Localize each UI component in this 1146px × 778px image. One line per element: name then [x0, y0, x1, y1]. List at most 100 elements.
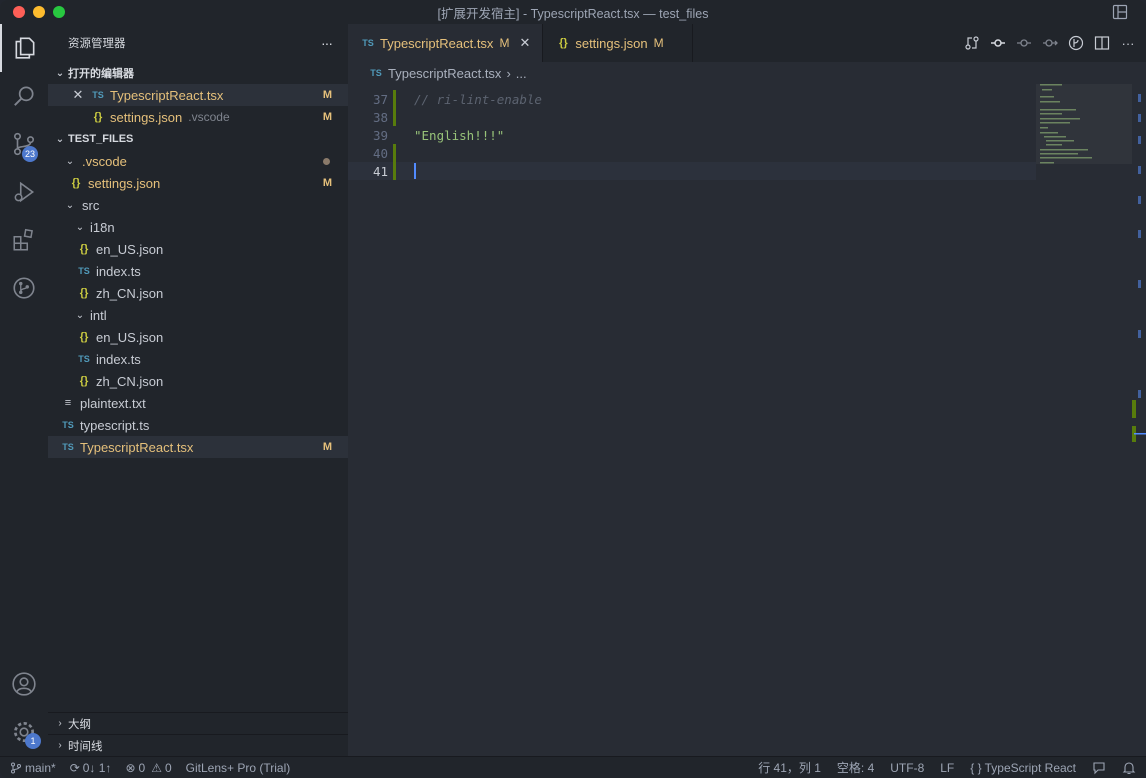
- tab-modified-flag: M: [653, 36, 664, 50]
- code-line: 39 "English!!!": [348, 126, 1036, 144]
- open-editor-name: settings.json: [110, 109, 183, 125]
- close-window-button[interactable]: [13, 6, 25, 18]
- open-changes-button[interactable]: [962, 33, 982, 53]
- split-editor-button[interactable]: [1092, 33, 1112, 53]
- git-added-marker: [393, 144, 396, 162]
- breadcrumb-file[interactable]: TypescriptReact.tsx: [388, 66, 501, 81]
- next-commit-button[interactable]: [1014, 33, 1034, 53]
- code-line: 38: [348, 108, 1036, 126]
- tree-folder-i18n[interactable]: ⌄ i18n: [48, 216, 348, 238]
- outline-section-header[interactable]: › 大纲: [48, 712, 348, 734]
- tree-item-label: plaintext.txt: [80, 395, 146, 411]
- tree-file[interactable]: TS index.ts: [48, 348, 348, 370]
- problems-status[interactable]: ⊗ 0 ⚠ 0: [125, 761, 171, 775]
- tree-item-label: zh_CN.json: [96, 373, 164, 389]
- sync-status[interactable]: ⟳ 0↓ 1↑: [70, 761, 112, 775]
- feedback-button[interactable]: [1092, 761, 1106, 775]
- branch-status[interactable]: main*: [10, 761, 56, 775]
- activity-source-control[interactable]: 23: [0, 120, 48, 168]
- code-text: "English!!!": [414, 127, 505, 143]
- activity-gitlens[interactable]: [0, 264, 48, 312]
- json-file-icon: {}: [79, 375, 89, 387]
- error-count: 0: [138, 760, 146, 775]
- split-editor-icon: [1094, 36, 1110, 50]
- line-number: 37: [372, 91, 388, 107]
- activity-extensions[interactable]: [0, 216, 48, 264]
- typescript-file-icon: TS: [370, 68, 382, 78]
- activity-run-debug[interactable]: [0, 168, 48, 216]
- warning-icon: ⚠: [151, 760, 162, 775]
- close-editor-icon[interactable]: ✕: [70, 87, 86, 103]
- warning-count: 0: [164, 760, 172, 775]
- tree-item-label: .vscode: [82, 153, 127, 169]
- activity-manage[interactable]: 1: [0, 708, 48, 756]
- status-right: 行 41，列 1 空格: 4 UTF-8 LF { } TypeScript R…: [758, 759, 1136, 776]
- notifications-button[interactable]: [1122, 761, 1136, 775]
- indentation-status[interactable]: 空格: 4: [837, 759, 874, 776]
- breadcrumb: TS TypescriptReact.tsx › ...: [348, 62, 1146, 84]
- run-debug-icon: [14, 181, 35, 203]
- minimize-window-button[interactable]: [33, 6, 45, 18]
- chevron-down-icon: ⌄: [75, 221, 85, 233]
- sidebar-bottom-sections: › 大纲 › 时间线: [48, 712, 348, 756]
- open-editors-section-header[interactable]: ⌄ 打开的编辑器: [48, 62, 348, 84]
- gitlens-status[interactable]: GitLens+ Pro (Trial): [186, 761, 291, 775]
- chevron-right-icon: ›: [58, 740, 62, 751]
- tree-item-label: TypescriptReact.tsx: [80, 439, 194, 455]
- tree-file[interactable]: ≡ plaintext.txt: [48, 392, 348, 414]
- eol-status[interactable]: LF: [940, 761, 954, 775]
- workspace-section-header[interactable]: ⌄ TEST_FILES: [48, 128, 348, 150]
- tree-folder-intl[interactable]: ⌄ intl: [48, 304, 348, 326]
- tree-file[interactable]: {} zh_CN.json: [48, 370, 348, 392]
- activity-accounts[interactable]: [0, 660, 48, 708]
- reveal-commit-button[interactable]: [1040, 33, 1060, 53]
- customize-layout-icon[interactable]: [1112, 4, 1128, 20]
- tab-settings-json[interactable]: {} settings.json M: [543, 24, 693, 62]
- editor-actions: ···: [962, 24, 1138, 62]
- more-actions-button[interactable]: ···: [321, 35, 333, 51]
- breadcrumb-separator: ›: [506, 65, 511, 81]
- tree-file[interactable]: TS index.ts: [48, 260, 348, 282]
- gitlens-inspect-button[interactable]: [1066, 33, 1086, 53]
- previous-commit-button[interactable]: [988, 33, 1008, 53]
- tree-folder-src[interactable]: ⌄ src: [48, 194, 348, 216]
- tree-folder-vscode[interactable]: ⌄ .vscode: [48, 150, 348, 172]
- cursor-position[interactable]: 行 41，列 1: [758, 759, 821, 776]
- feedback-icon: [1093, 761, 1105, 774]
- open-editor-description: .vscode: [188, 110, 230, 124]
- close-icon[interactable]: ✕: [519, 35, 530, 51]
- tree-file-selected[interactable]: TS TypescriptReact.tsx M: [48, 436, 348, 458]
- tree-file[interactable]: {} en_US.json: [48, 326, 348, 348]
- minimap[interactable]: [1036, 84, 1132, 756]
- language-mode: TypeScript React: [984, 760, 1076, 775]
- tree-file[interactable]: TS typescript.ts: [48, 414, 348, 436]
- language-status[interactable]: { } TypeScript React: [970, 761, 1076, 775]
- git-commit-icon: [1017, 39, 1031, 47]
- more-editor-actions-button[interactable]: ···: [1118, 33, 1138, 53]
- encoding-status[interactable]: UTF-8: [890, 761, 924, 775]
- activity-search[interactable]: [0, 72, 48, 120]
- code-editor[interactable]: 37 // ri-lint-enable 38 39 "English!!!" …: [348, 84, 1036, 756]
- braces-icon: { }: [970, 760, 982, 775]
- open-editor-item[interactable]: ✕ TS TypescriptReact.tsx M: [48, 84, 348, 106]
- gitlens-icon: [1068, 35, 1084, 51]
- typescript-file-icon: TS: [92, 90, 104, 100]
- outline-label: 大纲: [68, 718, 91, 731]
- line-number: 39: [372, 127, 388, 143]
- tab-typescriptreact[interactable]: TS TypescriptReact.tsx M ✕: [348, 24, 544, 62]
- chevron-right-icon: ›: [58, 718, 62, 729]
- tree-file[interactable]: {} en_US.json: [48, 238, 348, 260]
- json-file-icon: {}: [559, 37, 568, 49]
- activity-explorer[interactable]: [0, 24, 48, 72]
- code-line: 40: [348, 144, 1036, 162]
- tree-file[interactable]: {} settings.json M: [48, 172, 348, 194]
- branch-name: main*: [25, 760, 56, 775]
- breadcrumb-symbol[interactable]: ...: [516, 66, 527, 81]
- tree-file[interactable]: {} zh_CN.json: [48, 282, 348, 304]
- open-editor-item[interactable]: {} settings.json .vscode M: [48, 106, 348, 128]
- git-added-marker: [393, 162, 396, 180]
- text-cursor: [414, 163, 416, 179]
- timeline-section-header[interactable]: › 时间线: [48, 734, 348, 756]
- editor-scrollbar[interactable]: [1132, 84, 1146, 756]
- zoom-window-button[interactable]: [53, 6, 65, 18]
